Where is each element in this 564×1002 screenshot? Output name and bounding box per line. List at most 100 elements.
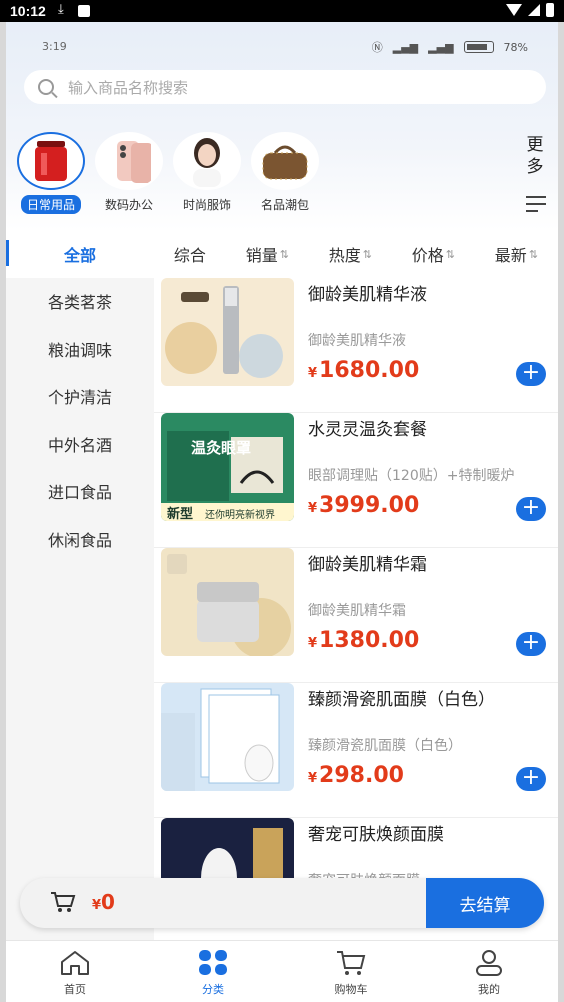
price-value: 1380.00 <box>319 628 420 653</box>
product-image <box>161 278 294 386</box>
sort-newest[interactable]: 最新 ⇅ <box>495 242 538 266</box>
sidebar-item-tea[interactable]: 各类茗茶 <box>6 278 154 326</box>
fashion-image <box>173 132 241 190</box>
filter-list-icon[interactable] <box>526 196 546 212</box>
battery-icon <box>546 3 554 17</box>
tab-label: 我的 <box>478 983 500 996</box>
cart-icon <box>337 951 366 975</box>
sort-sales[interactable]: 销量 ⇅ <box>246 242 289 266</box>
category-fashion[interactable]: 时尚服饰 <box>172 132 242 214</box>
sort-popularity[interactable]: 热度 ⇅ <box>329 242 372 266</box>
category-daily-goods[interactable]: 日常用品 <box>16 132 86 214</box>
product-card[interactable]: 御龄美肌精华霜 御龄美肌精华霜 ¥1380.00 + <box>154 548 558 683</box>
download-icon: ⤓ <box>58 2 64 17</box>
category-label: 时尚服饰 <box>182 198 231 212</box>
currency-symbol: ¥ <box>308 366 318 381</box>
category-digital-office[interactable]: 数码办公 <box>94 132 164 214</box>
bottom-tab-bar: 首页 分类 购物车 我的 <box>6 940 558 1002</box>
sort-comprehensive[interactable]: 综合 <box>174 242 206 266</box>
sort-arrows-icon: ⇅ <box>445 247 455 261</box>
sort-price[interactable]: 价格 ⇅ <box>412 242 455 266</box>
product-name: 奢宠可肤焕颜面膜 <box>308 825 444 845</box>
tab-label: 购物车 <box>334 983 368 996</box>
category-luxury-bags[interactable]: 名品潮包 <box>250 132 320 214</box>
sidebar-item-liquor[interactable]: 中外名酒 <box>6 420 154 468</box>
category-label: 数码办公 <box>104 198 153 212</box>
sort-bar: 综合 销量 ⇅ 热度 ⇅ 价格 ⇅ 最新 ⇅ <box>154 230 558 278</box>
add-to-cart-button[interactable]: + <box>516 767 546 791</box>
currency-symbol: ¥ <box>308 771 318 786</box>
user-icon <box>476 950 502 976</box>
add-to-cart-button[interactable]: + <box>516 632 546 656</box>
checkout-button[interactable]: 去结算 <box>426 878 544 928</box>
search-input[interactable]: 输入商品名称搜索 <box>68 77 188 98</box>
inner-battery-level: 78% <box>503 40 528 54</box>
tab-label: 首页 <box>64 983 86 996</box>
sidebar-item-grain-oil[interactable]: 粮油调味 <box>6 325 154 373</box>
sort-label: 热度 <box>328 246 361 265</box>
product-card[interactable]: 臻颜滑瓷肌面膜（白色） 臻颜滑瓷肌面膜（白色） ¥298.00 + <box>154 683 558 818</box>
product-name: 御龄美肌精华液 <box>308 285 427 305</box>
sort-label: 销量 <box>245 246 278 265</box>
wifi-icon <box>506 4 522 16</box>
sidebar-item-snacks[interactable]: 休闲食品 <box>6 515 154 563</box>
product-card[interactable]: 温灸眼罩 新型 还你明亮新视界 水灵灵温灸套餐 眼部调理贴（120贴）+特制暖炉… <box>154 413 558 548</box>
product-name: 御龄美肌精华霜 <box>308 555 427 575</box>
price-value: 298.00 <box>319 763 404 788</box>
sidebar-item-personal-care[interactable]: 个护清洁 <box>6 373 154 421</box>
currency-symbol: ¥ <box>92 898 102 913</box>
inner-status-icons: Ⓝ ▂▄▆ ▂▄▆ 78% <box>372 39 528 55</box>
system-time: 10:12 <box>10 3 46 19</box>
signal-5g-icon: ▂▄▆ <box>392 40 419 54</box>
right-edge <box>558 22 564 1002</box>
product-subtitle: 御龄美肌精华霜 <box>308 603 406 619</box>
category-icon <box>199 950 227 975</box>
product-price: ¥1680.00 <box>308 358 419 383</box>
signal-4g-icon: ▂▄▆ <box>428 40 454 54</box>
sidebar-item-imported-food[interactable]: 进口食品 <box>6 468 154 516</box>
product-list: 御龄美肌精华液 御龄美肌精华液 ¥1680.00 + 温灸眼罩 新型 还你明亮新… <box>154 278 558 940</box>
digital-office-image <box>95 132 163 190</box>
image-title-text: 温灸眼罩 <box>191 439 252 457</box>
product-image <box>161 548 294 656</box>
tab-home[interactable]: 首页 <box>6 941 144 1002</box>
add-to-cart-button[interactable]: + <box>516 497 546 521</box>
sidebar-item-all[interactable]: 全部 <box>6 230 154 278</box>
product-image: 温灸眼罩 新型 还你明亮新视界 <box>161 413 294 521</box>
add-to-cart-button[interactable]: + <box>516 362 546 386</box>
sort-arrows-icon: ⇅ <box>279 247 289 261</box>
tab-mine[interactable]: 我的 <box>420 941 558 1002</box>
more-categories-button[interactable]: 更多 <box>524 134 546 178</box>
luxury-bags-image <box>251 132 319 190</box>
header: 3:19 Ⓝ ▂▄▆ ▂▄▆ 78% 输入商品名称搜索 日常用品 数码办公 时尚… <box>6 22 558 230</box>
tab-category[interactable]: 分类 <box>144 941 282 1002</box>
price-value: 1680.00 <box>319 358 420 383</box>
sort-arrows-icon: ⇅ <box>362 247 372 261</box>
cart-summary-bar: ¥0 去结算 <box>20 878 544 928</box>
product-subtitle: 臻颜滑瓷肌面膜（白色） <box>308 738 462 754</box>
product-price: ¥298.00 <box>308 763 404 788</box>
app-notification-icon <box>78 5 90 17</box>
system-status-bar: 10:12 ⤓ <box>0 0 564 22</box>
product-name: 臻颜滑瓷肌面膜（白色） <box>308 690 495 710</box>
signal-icon <box>528 4 540 16</box>
search-icon <box>38 79 54 95</box>
product-card[interactable]: 御龄美肌精华液 御龄美肌精华液 ¥1680.00 + <box>154 278 558 413</box>
cart-total: ¥0 <box>92 890 115 914</box>
cart-total-value: 0 <box>101 890 115 914</box>
image-tag-text: 新型 <box>167 507 194 521</box>
home-icon <box>61 951 89 975</box>
daily-goods-image <box>17 132 85 190</box>
tab-cart[interactable]: 购物车 <box>282 941 420 1002</box>
currency-symbol: ¥ <box>308 501 318 516</box>
product-image <box>161 683 294 791</box>
product-price: ¥1380.00 <box>308 628 419 653</box>
image-slogan-text: 还你明亮新视界 <box>205 510 275 521</box>
category-label: 日常用品 <box>20 195 81 214</box>
tab-label: 分类 <box>202 983 224 996</box>
search-bar[interactable]: 输入商品名称搜索 <box>24 70 546 104</box>
product-price: ¥3999.00 <box>308 493 419 518</box>
sort-label: 综合 <box>173 246 206 265</box>
sort-label: 最新 <box>494 246 527 265</box>
cart-icon[interactable] <box>50 891 76 913</box>
